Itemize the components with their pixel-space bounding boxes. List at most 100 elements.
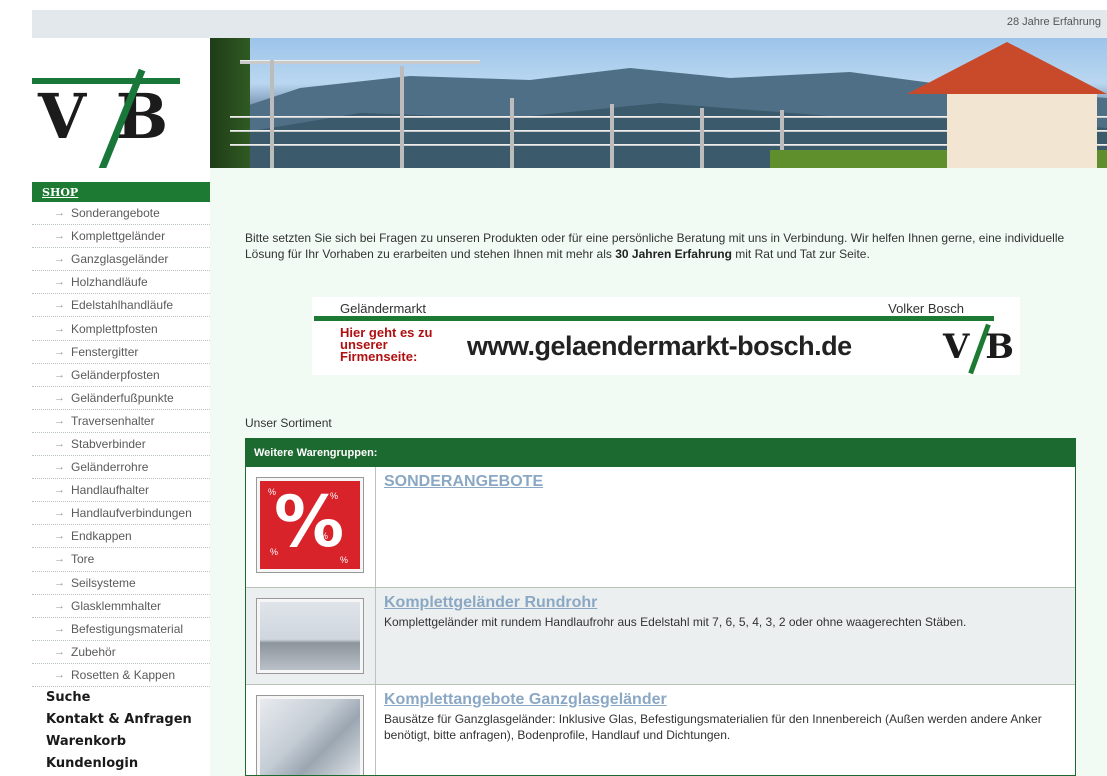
sidebar-item-seilsysteme[interactable]: → Seilsysteme <box>32 572 210 595</box>
sidebar-item-gelaenderfusspunkte[interactable]: → Geländerfußpunkte <box>32 387 210 410</box>
text-cell: SONDERANGEBOTE <box>376 467 1075 587</box>
sidebar-item-label: Holzhandläufe <box>71 275 148 290</box>
glass-railing-photo <box>260 699 360 775</box>
table-row: Komplettgeländer Rundrohr Komplettgeländ… <box>246 588 1075 685</box>
thumb-cell <box>246 685 376 775</box>
arrow-right-icon: → <box>54 391 65 404</box>
sidebar-item-label: Sonderangebote <box>71 206 160 221</box>
sidebar-item-rosetten-kappen[interactable]: → Rosetten & Kappen <box>32 664 210 687</box>
sidebar-item-traversenhalter[interactable]: → Traversenhalter <box>32 410 210 433</box>
product-thumbnail[interactable] <box>256 695 364 775</box>
sidebar-item-label: Geländerfußpunkte <box>71 390 174 405</box>
arrow-right-icon: → <box>54 230 65 243</box>
nav-warenkorb[interactable]: Warenkorb <box>32 731 210 753</box>
sidebar-item-komplettgelaender[interactable]: → Komplettgeländer <box>32 225 210 249</box>
sidebar-item-label: Seilsysteme <box>71 575 136 590</box>
sidebar-item-label: Fenstergitter <box>71 344 139 359</box>
arrow-right-icon: → <box>54 461 65 474</box>
railing-post <box>700 108 704 168</box>
product-thumbnail[interactable] <box>256 598 364 674</box>
sidebar-item-edelstahlhandlaeufe[interactable]: → Edelstahlhandläufe <box>32 294 210 318</box>
sidebar-item-label: Geländerrohre <box>71 460 149 475</box>
banner-url: www.gelaendermarkt-bosch.de <box>467 331 852 361</box>
product-group-desc: Komplettgeländer mit rundem Handlaufrohr… <box>384 615 967 629</box>
site-logo[interactable]: V B <box>32 38 210 168</box>
arrow-right-icon: → <box>54 484 65 497</box>
sidebar-item-label: Edelstahlhandläufe <box>71 298 174 313</box>
sidebar-item-holzhandlaeufe[interactable]: → Holzhandläufe <box>32 271 210 295</box>
product-thumbnail[interactable]: % %%%%% <box>256 477 364 573</box>
sidebar-item-label: Tore <box>71 552 95 567</box>
sidebar-item-ganzglasgelaender[interactable]: → Ganzglasgeländer <box>32 248 210 272</box>
banner-company-name: Geländermarkt <box>340 301 426 316</box>
sidebar-item-befestigungsmaterial[interactable]: → Befestigungsmaterial <box>32 618 210 641</box>
nav-suche[interactable]: Suche <box>32 687 210 709</box>
product-group-link[interactable]: Komplettangebote Ganzglasgeländer <box>384 691 667 709</box>
company-banner-link[interactable]: Geländermarkt Volker Bosch Hier geht es … <box>312 297 1020 375</box>
banner-hint-line: Firmenseite: <box>340 349 418 364</box>
left-margin <box>0 0 32 776</box>
arrow-right-icon: → <box>54 553 65 566</box>
sidebar-item-handlaufhalter[interactable]: → Handlaufhalter <box>32 479 210 503</box>
banner-owner-name: Volker Bosch <box>888 301 964 316</box>
sidebar-item-label: Glasklemmhalter <box>71 598 162 613</box>
arrow-right-icon: → <box>54 207 65 220</box>
arrow-right-icon: → <box>54 299 65 312</box>
intro-bold: 30 Jahren Erfahrung <box>615 247 732 261</box>
railing-photo <box>260 602 360 670</box>
arrow-right-icon: → <box>54 530 65 543</box>
sidebar-item-tore[interactable]: → Tore <box>32 548 210 572</box>
sidebar-item-glasklemmhalter[interactable]: → Glasklemmhalter <box>32 595 210 618</box>
railing-post <box>400 66 404 168</box>
sidebar-item-komplettpfosten[interactable]: → Komplettpfosten <box>32 317 210 341</box>
arrow-right-icon: → <box>54 507 65 520</box>
intro-text: Bitte setzten Sie sich bei Fragen zu uns… <box>245 230 1085 262</box>
sidebar-item-label: Traversenhalter <box>71 413 155 428</box>
house <box>907 38 1107 168</box>
sidebar-item-handlaufverbindungen[interactable]: → Handlaufverbindungen <box>32 502 210 526</box>
railing-post <box>270 60 274 168</box>
top-bar: 28 Jahre Erfahrung <box>32 10 1107 38</box>
header-banner-image <box>210 38 1107 168</box>
sidebar-item-fenstergitter[interactable]: → Fenstergitter <box>32 341 210 364</box>
nav-kontakt-anfragen[interactable]: Kontakt & Anfragen <box>32 709 210 731</box>
product-group-link[interactable]: SONDERANGEBOTE <box>384 473 543 491</box>
arrow-right-icon: → <box>54 437 65 450</box>
sidebar-item-label: Endkappen <box>71 529 132 544</box>
table-row: % %%%%% SONDERANGEBOTE <box>246 467 1075 588</box>
sidebar-item-label: Zubehör <box>71 644 116 659</box>
house-wall <box>947 90 1097 168</box>
sidebar-item-zubehoer[interactable]: → Zubehör <box>32 641 210 664</box>
sortiment-heading: Unser Sortiment <box>245 416 332 430</box>
sidebar-item-gelaenderpfosten[interactable]: → Geländerpfosten <box>32 364 210 387</box>
arrow-right-icon: → <box>54 668 65 681</box>
banner-line <box>314 316 994 321</box>
sidebar-item-stabverbinder[interactable]: → Stabverbinder <box>32 433 210 457</box>
nav-kundenlogin[interactable]: Kundenlogin <box>32 753 210 775</box>
shop-link[interactable]: SHOP <box>42 186 78 199</box>
arrow-right-icon: → <box>54 414 65 427</box>
sidebar-item-gelaenderrohre[interactable]: → Geländerrohre <box>32 456 210 480</box>
intro-part-2: mit Rat und Tat zur Seite. <box>731 247 870 261</box>
sidebar-item-sonderangebote[interactable]: → Sonderangebote <box>32 202 210 226</box>
sidebar-shop-header: SHOP <box>32 182 210 202</box>
thumb-cell <box>246 588 376 684</box>
arrow-right-icon: → <box>54 576 65 589</box>
sidebar-item-label: Komplettgeländer <box>71 229 166 244</box>
sidebar-item-label: Ganzglasgeländer <box>71 252 169 267</box>
text-cell: Komplettgeländer Rundrohr Komplettgeländ… <box>376 588 1075 684</box>
sidebar-item-label: Geländerpfosten <box>71 367 160 382</box>
sidebar-item-label: Handlaufhalter <box>71 483 150 498</box>
product-groups-table: Weitere Warengruppen: % %%%%% SONDERANGE… <box>245 438 1076 776</box>
railing-handrail <box>240 60 480 64</box>
sidebar-item-endkappen[interactable]: → Endkappen <box>32 525 210 549</box>
arrow-right-icon: → <box>54 599 65 612</box>
sidebar-item-label: Rosetten & Kappen <box>71 667 176 682</box>
product-group-link[interactable]: Komplettgeländer Rundrohr <box>384 594 597 612</box>
arrow-right-icon: → <box>54 253 65 266</box>
sidebar-item-label: Befestigungsmaterial <box>71 621 184 636</box>
arrow-right-icon: → <box>54 345 65 358</box>
arrow-right-icon: → <box>54 276 65 289</box>
logo-text: V B <box>38 80 173 153</box>
product-group-desc: Bausätze für Ganzglasgeländer: Inklusive… <box>384 712 1042 742</box>
